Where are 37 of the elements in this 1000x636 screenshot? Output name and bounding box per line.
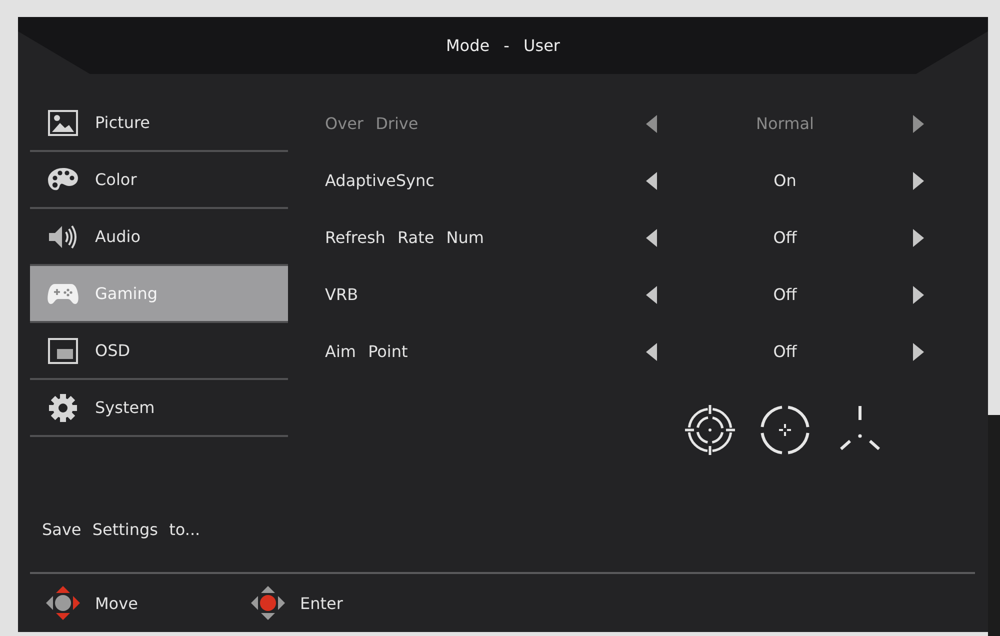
setting-value: Normal <box>755 114 815 133</box>
left-arrow-icon[interactable] <box>646 114 657 132</box>
sidebar-item[interactable]: Picture <box>30 95 288 152</box>
setting-value: Off <box>772 342 798 361</box>
sidebar-item[interactable]: Color <box>30 152 288 209</box>
left-arrow-icon[interactable] <box>646 342 657 360</box>
setting-label: VRB <box>325 285 360 304</box>
left-arrow-icon[interactable] <box>646 228 657 246</box>
picture-icon <box>48 110 78 136</box>
setting-label: Aim Point <box>325 342 409 361</box>
dpad-icon <box>45 585 81 621</box>
save-settings-item[interactable]: Save Settings to... <box>42 520 200 539</box>
right-arrow-icon[interactable] <box>913 342 924 360</box>
setting-label: Refresh Rate Num <box>325 228 485 247</box>
left-arrow-icon[interactable] <box>646 286 657 304</box>
crosshair-icon[interactable] <box>760 405 810 455</box>
palette-icon <box>47 166 79 192</box>
gamepad-icon <box>47 282 79 306</box>
left-arrow-icon[interactable] <box>646 172 657 190</box>
setting-label: AdaptiveSync <box>325 171 436 190</box>
header-title: Mode - User <box>446 36 560 55</box>
dpad-icon <box>250 585 286 621</box>
right-arrow-icon[interactable] <box>913 286 924 304</box>
right-arrow-icon[interactable] <box>913 114 924 132</box>
crosshair-icon[interactable] <box>685 405 735 455</box>
hint-label: Move <box>95 594 138 612</box>
sidebar-item[interactable]: System <box>30 380 288 437</box>
setting-value: Off <box>772 228 798 247</box>
setting-value: On <box>772 171 798 190</box>
right-arrow-icon[interactable] <box>913 228 924 246</box>
hint-label: Enter <box>300 594 343 612</box>
window-icon <box>48 338 78 364</box>
right-arrow-icon[interactable] <box>913 172 924 190</box>
speaker-icon <box>48 224 78 250</box>
sidebar-item[interactable]: OSD <box>30 323 288 380</box>
setting-label: Over Drive <box>325 114 420 133</box>
setting-value: Off <box>772 285 798 304</box>
